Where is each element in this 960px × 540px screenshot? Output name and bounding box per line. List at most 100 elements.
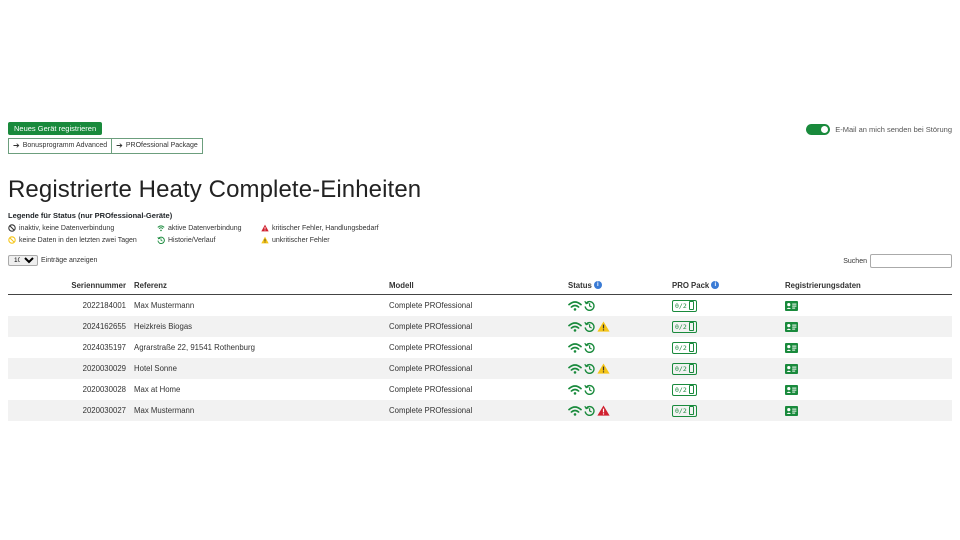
legend-item-inactive: inaktiv, keine Datenverbindung: [8, 224, 114, 232]
cell-pro-pack: 0/2: [668, 295, 781, 317]
cell-registration: [781, 337, 952, 358]
email-toggle-switch[interactable]: [806, 124, 831, 135]
registration-data-button[interactable]: [785, 405, 948, 416]
table-header-row: Seriennummer Referenz Modell Status i PRO…: [8, 276, 952, 295]
pro-pack-badge[interactable]: 0/2: [672, 320, 697, 333]
column-header-reference[interactable]: Referenz: [130, 276, 385, 295]
wifi-icon: [568, 322, 582, 332]
units-table: Seriennummer Referenz Modell Status i PRO…: [8, 276, 952, 421]
pro-pack-badge[interactable]: 0/2: [672, 341, 697, 354]
id-card-icon: [785, 405, 798, 416]
pro-pack-badge[interactable]: 0/2: [672, 383, 697, 396]
email-toggle-label: E-Mail an mich senden bei Störung: [835, 125, 952, 134]
minor-warning-icon: [261, 236, 269, 244]
legend-label: aktive Datenverbindung: [168, 224, 242, 232]
column-header-pro-pack[interactable]: PRO Pack i: [668, 276, 781, 295]
status-connection: [568, 384, 582, 395]
column-header-status[interactable]: Status i: [564, 276, 668, 295]
battery-icon: [688, 364, 694, 373]
cell-model: Complete PROfessional: [385, 316, 564, 337]
cell-model: Complete PROfessional: [389, 301, 473, 310]
page-title: Registrierte Heaty Complete-Einheiten: [8, 176, 422, 203]
cell-status: [564, 295, 668, 317]
pro-package-link[interactable]: ➔ PROfessional Package: [112, 138, 203, 154]
status-history-link[interactable]: [584, 342, 595, 353]
critical-warning-icon: [261, 224, 269, 232]
id-card-icon: [785, 363, 798, 374]
status-history-link[interactable]: [584, 363, 595, 374]
pro-pack-count: 0/2: [675, 364, 687, 373]
wifi-icon: [568, 385, 582, 395]
entries-length-select[interactable]: 100: [8, 255, 38, 266]
legend-label: inaktiv, keine Datenverbindung: [19, 224, 115, 232]
cell-registration: [781, 316, 952, 337]
status-history-link[interactable]: [584, 300, 595, 311]
pro-pack-count: 0/2: [675, 301, 687, 310]
status-icons: [568, 405, 664, 416]
search-input[interactable]: [870, 254, 952, 268]
table-row[interactable]: 2020030028 Max at Home Complete PROfession…: [8, 379, 952, 400]
table-row[interactable]: 2020030029 Hotel Sonne Complete PROfession…: [8, 358, 952, 379]
table-row[interactable]: 2020030027 Max Mustermann Complete PROfess…: [8, 400, 952, 421]
battery-icon: [688, 406, 694, 415]
info-icon[interactable]: i: [593, 281, 602, 290]
table-row[interactable]: 2022184001 Max Mustermann Complete PROfess…: [8, 295, 952, 317]
registration-data-button[interactable]: [785, 321, 948, 332]
cell-status: [564, 358, 668, 379]
cell-model: Complete PROfessional: [385, 400, 564, 421]
cell-reference: Heizkreis Biogas: [130, 316, 385, 337]
cell-status: [564, 400, 668, 421]
registration-data-button[interactable]: [785, 384, 948, 395]
status-history-link[interactable]: [584, 405, 595, 416]
legend-label: unkritischer Fehler: [272, 236, 330, 244]
pro-pack-badge[interactable]: 0/2: [672, 299, 697, 312]
bonus-program-link[interactable]: ➔ Bonusprogramm Advanced: [8, 138, 113, 154]
cell-reference: Agrarstraße 22, 91541 Rothenburg: [134, 343, 255, 352]
battery-icon: [688, 322, 694, 331]
status-connection: [568, 363, 582, 374]
status-header-label: Status: [568, 280, 592, 290]
arrow-right-icon: ➔: [13, 141, 20, 150]
history-icon: [584, 300, 595, 311]
column-header-registration[interactable]: Registrierungsdaten: [781, 276, 952, 295]
quick-links: ➔ Bonusprogramm Advanced ➔ PROfessional …: [8, 138, 203, 154]
search-label: Suchen: [843, 257, 867, 265]
legend-item-critical: kritischer Fehler, Handlungsbedarf: [261, 224, 379, 232]
legend-label: Historie/Verlauf: [168, 236, 216, 244]
minor-warning-icon: [597, 363, 610, 374]
id-card-icon: [785, 384, 798, 395]
battery-icon: [688, 301, 694, 310]
status-history-link[interactable]: [584, 384, 595, 395]
status-history-link[interactable]: [584, 321, 595, 332]
legend-label: kritischer Fehler, Handlungsbedarf: [272, 224, 379, 232]
info-icon[interactable]: i: [711, 281, 720, 290]
table-row[interactable]: 2024162655 Heizkreis Biogas Complete PROfe…: [8, 316, 952, 337]
wifi-icon: [568, 406, 582, 416]
column-header-serial[interactable]: Seriennummer: [8, 276, 130, 295]
table-row[interactable]: 2024035197 Agrarstraße 22, 91541 Rothenbu…: [8, 337, 952, 358]
cell-pro-pack: 0/2: [668, 337, 781, 358]
cell-status: [564, 316, 668, 337]
register-device-button[interactable]: Neues Gerät registrieren: [8, 122, 103, 135]
wifi-icon: [568, 301, 582, 311]
email-toggle-group: E-Mail an mich senden bei Störung: [806, 124, 952, 135]
pro-pack-count: 0/2: [675, 406, 687, 415]
status-warning: [597, 363, 610, 374]
pro-pack-badge[interactable]: 0/2: [672, 404, 697, 417]
registration-data-button[interactable]: [785, 363, 948, 374]
registration-data-button[interactable]: [785, 342, 948, 353]
cell-registration: [781, 379, 952, 400]
entries-length-label: Einträge anzeigen: [41, 257, 98, 264]
wifi-icon: [157, 225, 165, 232]
status-icons: [568, 363, 664, 374]
cell-serial: 2020030029: [8, 358, 130, 379]
column-header-model[interactable]: Modell: [385, 276, 564, 295]
cell-pro-pack: 0/2: [668, 400, 781, 421]
cell-pro-pack: 0/2: [668, 379, 781, 400]
pro-pack-badge[interactable]: 0/2: [672, 362, 697, 375]
cell-model: Complete PROfessional: [389, 385, 473, 394]
registration-data-button[interactable]: [785, 300, 948, 311]
cell-reference: Max Mustermann: [130, 400, 385, 421]
legend-item-active: aktive Datenverbindung: [157, 224, 242, 232]
cell-pro-pack: 0/2: [668, 358, 781, 379]
